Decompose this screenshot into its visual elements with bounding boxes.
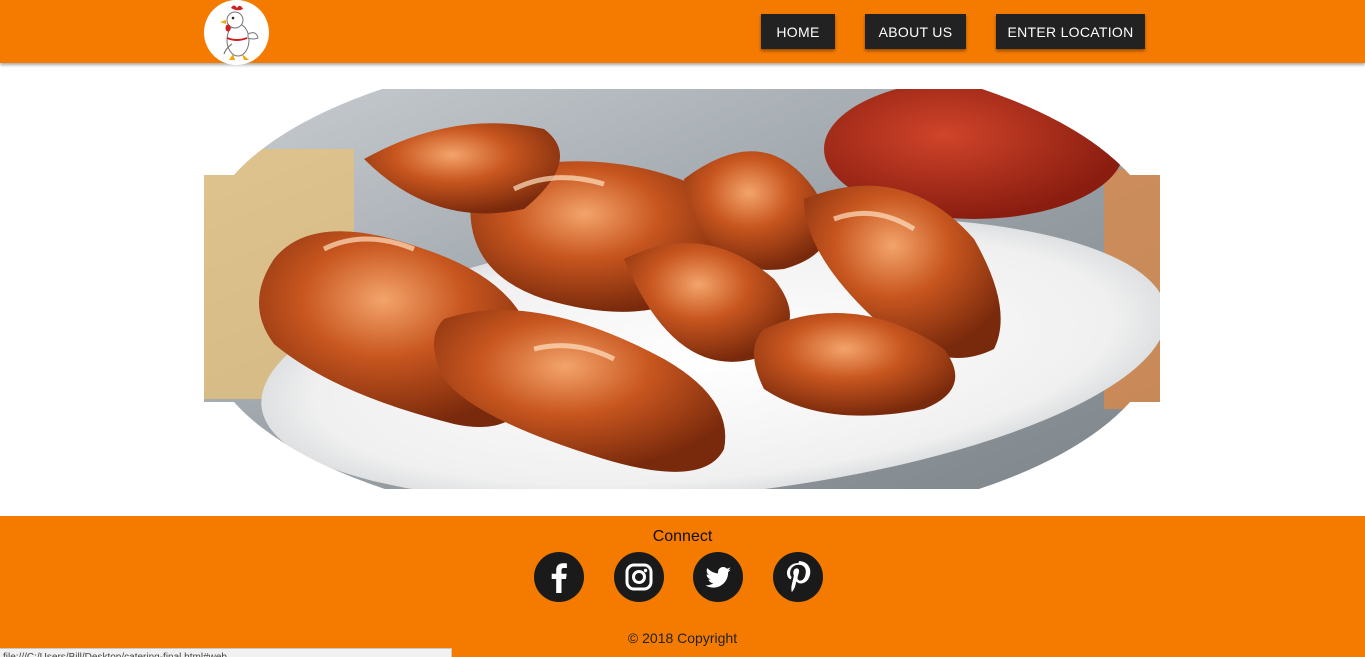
site-logo[interactable]	[204, 0, 269, 65]
hero-image	[204, 79, 1160, 502]
site-header: HOME ABOUT US ENTER LOCATION	[0, 0, 1365, 65]
copyright-text: © 2018 Copyright	[627, 630, 738, 646]
browser-status-bar: file:///C:/Users/Bill/Desktop/catering-f…	[0, 648, 452, 657]
nav-home-button[interactable]: HOME	[761, 14, 835, 49]
chicken-mascot-icon	[220, 5, 259, 60]
pinterest-icon	[787, 561, 811, 592]
facebook-link[interactable]	[534, 552, 584, 602]
instagram-link[interactable]	[614, 552, 664, 602]
pinterest-link[interactable]	[773, 552, 823, 602]
instagram-icon	[625, 563, 653, 591]
site-footer: Connect © 2018 Copyright	[0, 516, 1365, 657]
facebook-icon	[551, 563, 567, 593]
connect-label: Connect	[652, 528, 713, 545]
twitter-link[interactable]	[693, 552, 743, 602]
nav-about-us-button[interactable]: ABOUT US	[865, 14, 966, 49]
bbq-chicken-wings-photo	[204, 79, 1160, 502]
nav-enter-location-button[interactable]: ENTER LOCATION	[996, 14, 1145, 49]
twitter-icon	[705, 567, 731, 588]
